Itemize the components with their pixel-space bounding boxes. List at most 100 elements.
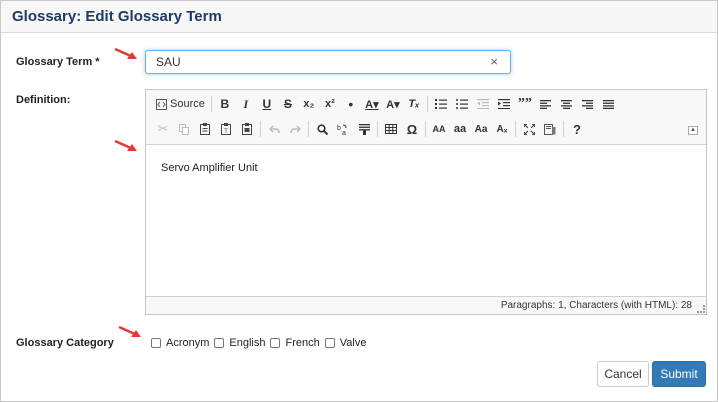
maximize-button[interactable] <box>520 119 538 139</box>
preview-button[interactable] <box>541 119 559 139</box>
copy-icon <box>179 123 189 135</box>
submit-button[interactable]: Submit <box>652 361 706 387</box>
align-center-button[interactable] <box>558 94 576 114</box>
strikethrough-button[interactable]: S <box>279 94 297 114</box>
redo-button[interactable] <box>286 119 304 139</box>
redo-icon <box>289 124 301 133</box>
checkbox[interactable] <box>270 338 281 348</box>
select-all-button[interactable] <box>355 119 373 139</box>
background-color-button[interactable]: A▾ <box>384 94 402 114</box>
svg-text:b: b <box>337 125 341 132</box>
increase-indent-button[interactable] <box>495 94 513 114</box>
svg-text:a: a <box>342 130 346 135</box>
replace-button[interactable]: ba <box>334 119 352 139</box>
toolbar-separator <box>210 96 212 112</box>
toolbar-separator <box>425 121 426 137</box>
category-option[interactable]: Valve <box>324 337 367 349</box>
uppercase-button[interactable]: AA <box>430 119 448 139</box>
checkbox[interactable] <box>151 338 161 348</box>
special-char-button[interactable]: Ω <box>403 119 421 139</box>
lowercase-button[interactable]: aa <box>451 119 469 139</box>
numbered-list-button[interactable] <box>432 94 450 114</box>
justify-button[interactable] <box>600 94 618 114</box>
rich-text-editor: Source B I U S x₂ x² • A▾ A▾ Tₓ ”” ✂ T b… <box>145 89 707 315</box>
toolbar-separator <box>308 121 309 137</box>
cut-icon: ✂ <box>157 121 169 136</box>
align-left-icon <box>540 99 552 109</box>
category-checkbox-group: Acronym English French Valve <box>151 337 371 349</box>
select-all-icon <box>358 123 370 135</box>
toolbar-separator <box>563 121 564 137</box>
bulleted-list-button[interactable] <box>453 94 471 114</box>
category-option[interactable]: French <box>270 337 320 349</box>
replace-icon: ba <box>337 124 347 135</box>
dialog-title: Glossary: Edit Glossary Term <box>12 8 222 25</box>
help-button[interactable]: ? <box>568 119 586 139</box>
align-center-icon <box>561 99 573 109</box>
paste-text-icon: T <box>221 123 231 135</box>
checkbox-label: English <box>229 337 266 349</box>
editor-content[interactable]: Servo Amplifier Unit <box>146 146 706 296</box>
source-button[interactable]: Source <box>154 94 207 114</box>
checkbox[interactable] <box>214 338 225 348</box>
edit-glossary-dialog: Glossary: Edit Glossary Term Glossary Te… <box>0 0 718 402</box>
cut-button[interactable]: ✂ <box>154 119 172 139</box>
cancel-button[interactable]: Cancel <box>597 361 649 387</box>
category-option[interactable]: English <box>214 337 265 349</box>
find-button[interactable] <box>313 119 331 139</box>
indent-icon <box>497 99 510 109</box>
paste-text-button[interactable]: T <box>217 119 235 139</box>
glossary-term-input[interactable] <box>156 55 476 69</box>
font-color-button[interactable]: A▾ <box>363 94 381 114</box>
close-icon[interactable]: × <box>490 54 498 69</box>
undo-icon <box>268 124 280 133</box>
bold-button[interactable]: B <box>216 94 234 114</box>
glossary-term-field[interactable]: × <box>145 50 511 74</box>
collapse-toolbar-button[interactable]: ▲ <box>688 126 698 135</box>
editor-status-bar: Paragraphs: 1, Characters (with HTML): 2… <box>146 296 706 314</box>
blockquote-button[interactable]: ”” <box>516 94 534 114</box>
align-right-icon <box>582 99 594 109</box>
decrease-indent-button[interactable] <box>474 94 492 114</box>
toolbar-separator <box>426 96 428 112</box>
table-button[interactable] <box>382 119 400 139</box>
align-right-button[interactable] <box>579 94 597 114</box>
toolbar-separator <box>260 121 261 137</box>
toolbar-separator <box>377 121 378 137</box>
glossary-category-label: Glossary Category <box>16 337 114 349</box>
align-left-button[interactable] <box>537 94 555 114</box>
toolbar-separator <box>515 121 516 137</box>
bullet-button[interactable]: • <box>342 94 360 114</box>
definition-label: Definition: <box>16 94 71 106</box>
subscript-button[interactable]: x₂ <box>300 94 318 114</box>
resize-handle[interactable] <box>697 305 705 313</box>
paste-icon <box>200 123 210 135</box>
dialog-header: Glossary: Edit Glossary Term <box>1 1 717 33</box>
checkbox[interactable] <box>324 338 335 348</box>
remove-format-button[interactable]: Tₓ <box>405 94 423 114</box>
glossary-term-label: Glossary Term * <box>16 56 100 68</box>
underline-button[interactable]: U <box>258 94 276 114</box>
maximize-icon <box>523 123 535 135</box>
toolbar-row-1: Source B I U S x₂ x² • A▾ A▾ Tₓ ”” <box>154 94 621 114</box>
source-icon <box>156 98 167 110</box>
paste-word-icon <box>242 123 252 135</box>
outdent-icon <box>476 99 489 109</box>
superscript-button[interactable]: x² <box>321 94 339 114</box>
checkbox-label: Acronym <box>166 337 210 349</box>
paste-button[interactable] <box>196 119 214 139</box>
source-label: Source <box>170 98 205 110</box>
numbered-list-icon <box>434 99 447 109</box>
checkbox-label: Valve <box>339 337 367 349</box>
titlecase-button[interactable]: Aa <box>472 119 490 139</box>
bulleted-list-icon <box>455 99 468 109</box>
paste-word-button[interactable] <box>238 119 256 139</box>
undo-button[interactable] <box>265 119 283 139</box>
italic-button[interactable]: I <box>237 94 255 114</box>
arrow-pointer-icon <box>114 139 137 151</box>
table-icon <box>385 124 397 134</box>
togglecase-button[interactable]: Aₓ <box>493 119 511 139</box>
preview-icon <box>544 123 556 135</box>
copy-button[interactable] <box>175 119 193 139</box>
category-option[interactable]: Acronym <box>151 337 209 349</box>
